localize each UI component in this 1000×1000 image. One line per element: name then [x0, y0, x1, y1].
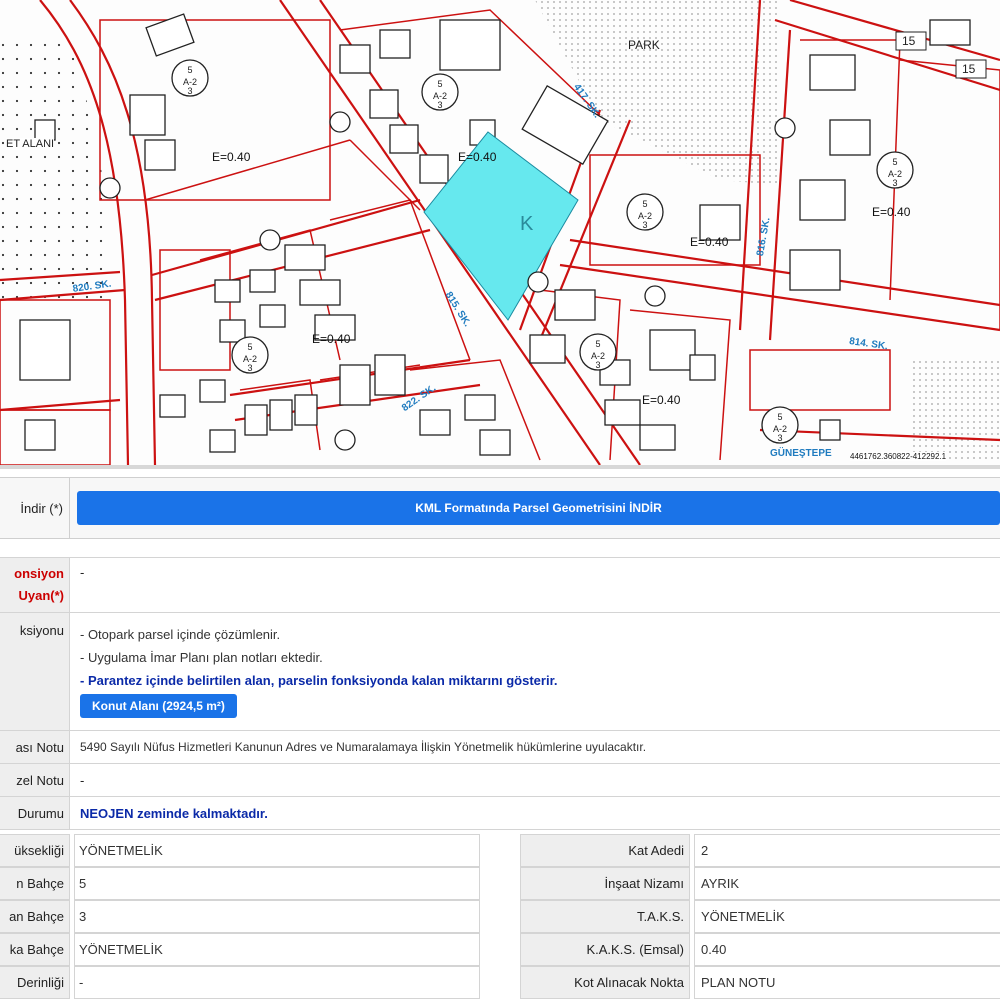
konsiyon-label-line2: Uyan(*)	[18, 588, 64, 603]
grid-right-label: T.A.K.S.	[520, 900, 690, 933]
adres-notu-label: ası Notu	[0, 731, 70, 763]
grid-right-label: Kot Alınacak Nokta	[520, 966, 690, 999]
grid-left-value: 3	[74, 900, 480, 933]
fonksiyon-note-emphasis: - Parantez içinde belirtilen alan, parse…	[80, 673, 558, 688]
svg-text:5: 5	[187, 65, 192, 75]
row-fonksiyon: ksiyonu - Otopark parsel içinde çözümlen…	[0, 613, 1000, 731]
row-durum: Durumu NEOJEN zeminde kalmaktadır.	[0, 797, 1000, 830]
konsiyon-label: onsiyon Uyan(*)	[0, 558, 70, 612]
konsiyon-label-line1: onsiyon	[14, 566, 64, 581]
fonksiyon-value: - Otopark parsel içinde çözümlenir. - Uy…	[76, 613, 1000, 730]
svg-text:5: 5	[892, 157, 897, 167]
density-label: E=0.40	[458, 150, 497, 164]
grid-right-label: Kat Adedi	[520, 834, 690, 867]
row-konsiyon: onsiyon Uyan(*) -	[0, 557, 1000, 613]
svg-text:5: 5	[247, 342, 252, 352]
download-row: İndir (*) KML Formatında Parsel Geometri…	[0, 477, 1000, 539]
density-label: E=0.40	[690, 235, 729, 249]
svg-text:3: 3	[437, 100, 442, 110]
park-label: PARK	[628, 38, 660, 52]
svg-text:3: 3	[187, 86, 192, 96]
area-label-left: ET ALANI	[6, 138, 55, 150]
row-ozel-notu: zel Notu -	[0, 764, 1000, 797]
density-label: E=0.40	[212, 150, 251, 164]
svg-text:3: 3	[777, 433, 782, 443]
durum-value: NEOJEN zeminde kalmaktadır.	[80, 805, 268, 821]
map-drawing: 5A-23 5A-23 5A-23 5A-23 5A-23 5A-23 5A-2…	[0, 0, 1000, 465]
svg-text:3: 3	[247, 363, 252, 373]
grid-left-value: YÖNETMELİK	[74, 933, 480, 966]
grid-left-value: 5	[74, 867, 480, 900]
grid-left-label: Derinliği	[0, 966, 70, 999]
grid-right-value: PLAN NOTU	[694, 966, 1000, 999]
grid-right-value: 0.40	[694, 933, 1000, 966]
svg-text:5: 5	[595, 339, 600, 349]
density-label: E=0.40	[312, 332, 351, 346]
street-label-gunestepe: GÜNEŞTEPE	[770, 448, 832, 459]
svg-text:3: 3	[892, 178, 897, 188]
svg-text:3: 3	[642, 220, 647, 230]
block-number: 15	[902, 34, 916, 48]
konsiyon-value: -	[80, 565, 85, 580]
density-label: E=0.40	[872, 205, 911, 219]
density-label: E=0.40	[642, 393, 681, 407]
svg-text:3: 3	[595, 360, 600, 370]
grid-right-value: 2	[694, 834, 1000, 867]
durum-label: Durumu	[0, 797, 70, 829]
fonksiyon-label: ksiyonu	[0, 613, 70, 730]
fonksiyon-note: - Otopark parsel içinde çözümlenir.	[80, 627, 281, 642]
kml-download-button[interactable]: KML Formatında Parsel Geometrisini İNDİR	[77, 491, 1000, 525]
row-adres-notu: ası Notu 5490 Sayılı Nüfus Hizmetleri Ka…	[0, 731, 1000, 764]
grid-left-value: YÖNETMELİK	[74, 834, 480, 867]
svg-text:5: 5	[642, 199, 647, 209]
parcel-letter: K	[520, 213, 534, 235]
grid-left-label: ka Bahçe	[0, 933, 70, 966]
coordinate-readout: 4461762.360822-412292.1	[850, 452, 947, 461]
zoning-map[interactable]: 5 A-2 3 5 A-2 3 5 A-2 3 5 A-2 3 5 A-2 3 5 A-2 3 5 A-2…	[0, 0, 1000, 465]
grid-right-value: AYRIK	[694, 867, 1000, 900]
map-divider	[0, 465, 1000, 469]
left-dotted-area	[0, 40, 110, 310]
ozel-notu-value: -	[80, 772, 85, 788]
download-label: İndir (*)	[0, 478, 70, 538]
grid-right-value: YÖNETMELİK	[694, 900, 1000, 933]
grid-left-label: an Bahçe	[0, 900, 70, 933]
grid-left-label: n Bahçe	[0, 867, 70, 900]
ozel-notu-label: zel Notu	[0, 764, 70, 796]
grid-left-value: -	[74, 966, 480, 999]
grid-right-label: K.A.K.S. (Emsal)	[520, 933, 690, 966]
fonksiyon-note: - Uygulama İmar Planı plan notları ekted…	[80, 650, 323, 665]
konut-area-button[interactable]: Konut Alanı (2924,5 m²)	[80, 694, 237, 718]
grid-right-label: İnşaat Nizamı	[520, 867, 690, 900]
block-number: 15	[962, 62, 976, 76]
svg-text:5: 5	[437, 79, 442, 89]
grid-left-label: üksekliği	[0, 834, 70, 867]
svg-text:5: 5	[777, 412, 782, 422]
bottom-right-hatch	[910, 360, 1000, 460]
adres-notu-value: 5490 Sayılı Nüfus Hizmetleri Kanunun Adr…	[80, 740, 647, 754]
